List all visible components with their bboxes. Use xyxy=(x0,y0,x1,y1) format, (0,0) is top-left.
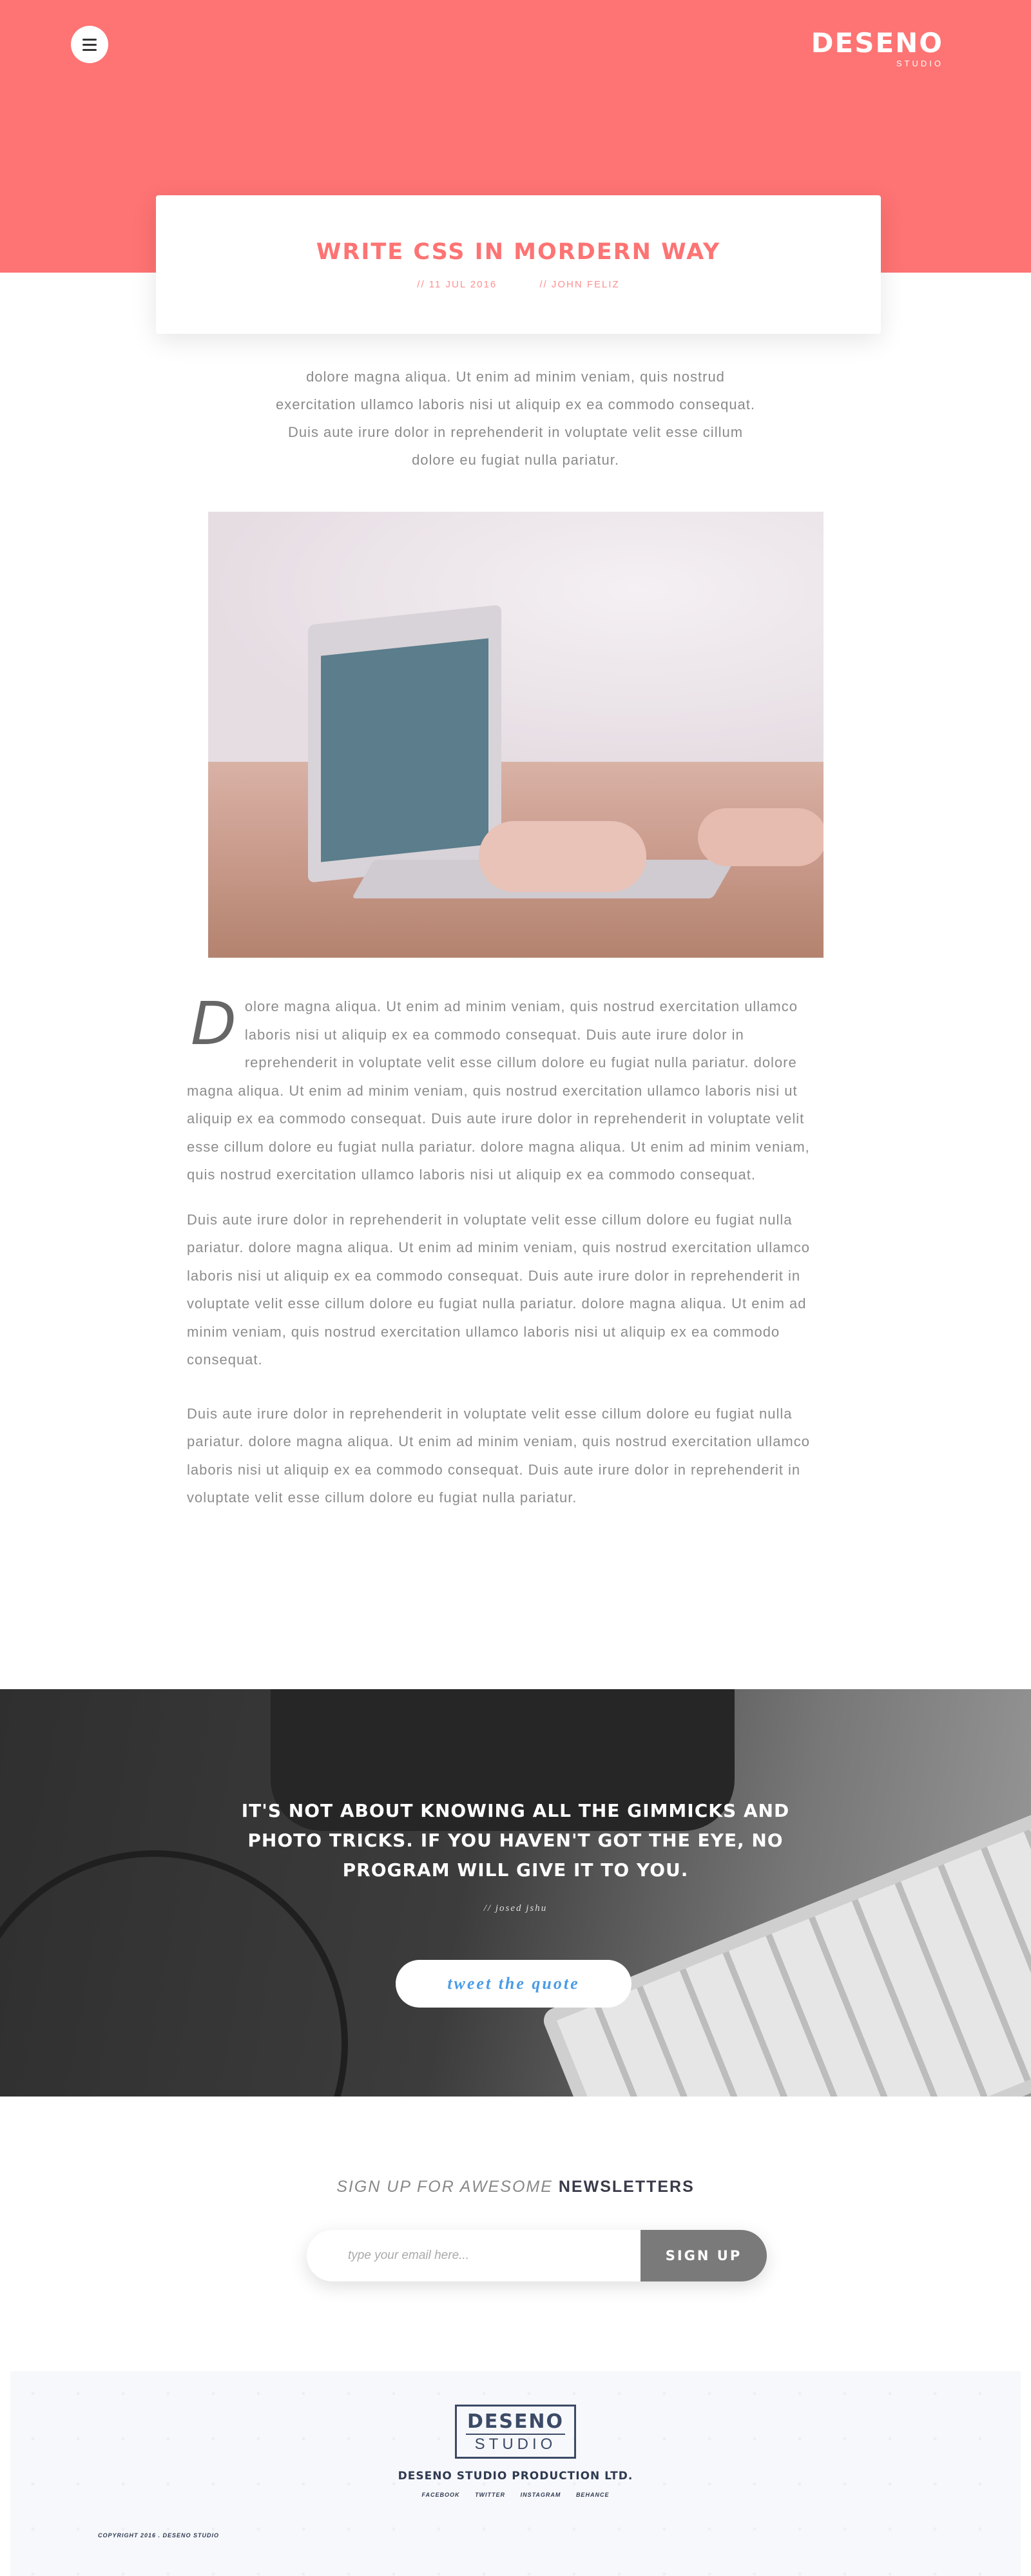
article-paragraph-text: olore magna aliqua. Ut enim ad minim ven… xyxy=(187,998,810,1183)
article-body: Dolore magna aliqua. Ut enim ad minim ve… xyxy=(187,993,831,1529)
newsletter-heading-light: SIGN UP FOR AWESOME xyxy=(336,2178,559,2196)
brand-logo[interactable]: DESENO STUDIO xyxy=(811,27,943,69)
social-link-twitter[interactable]: TWITTER xyxy=(475,2492,505,2498)
article-paragraph: Duis aute irure dolor in reprehenderit i… xyxy=(187,1211,810,1368)
tweet-quote-button[interactable]: tweet the quote xyxy=(396,1960,631,2008)
copyright: COPYRIGHT 2016 . DESENO STUDIO xyxy=(98,2532,220,2539)
quote-section: IT'S NOT ABOUT KNOWING ALL THE GIMMICKS … xyxy=(0,1689,1031,2097)
footer-logo[interactable]: DESENO STUDIO xyxy=(455,2405,576,2459)
hamburger-menu-icon xyxy=(82,43,97,46)
newsletter-form: SIGN UP xyxy=(307,2230,767,2281)
sign-up-button[interactable]: SIGN UP xyxy=(641,2230,767,2281)
quote-author: // josed jshu xyxy=(483,1903,548,1913)
menu-button[interactable] xyxy=(71,26,108,63)
social-link-facebook[interactable]: FACEBOOK xyxy=(422,2492,460,2498)
post-title: WRITE CSS IN MORDERN WAY xyxy=(316,239,721,265)
hamburger-menu-icon xyxy=(82,38,97,41)
footer-social-links: FACEBOOK TWITTER INSTAGRAM BEHANCE xyxy=(10,2492,1021,2498)
social-link-instagram[interactable]: INSTAGRAM xyxy=(521,2492,561,2498)
intro-text: dolore magna aliqua. Ut enim ad minim ve… xyxy=(275,369,756,468)
laptop-photo xyxy=(208,512,824,958)
drop-cap: D xyxy=(191,989,237,1058)
footer-logo-top: DESENO xyxy=(467,2410,564,2433)
post-meta: // 11 JUL 2016 // JOHN FELIZ xyxy=(156,279,881,290)
footer-company-name: DESENO STUDIO PRODUCTION LTD. xyxy=(398,2470,633,2483)
newsletter-heading: SIGN UP FOR AWESOME NEWSLETTERS xyxy=(0,2178,1031,2196)
social-link-behance[interactable]: BEHANCE xyxy=(576,2492,610,2498)
post-author[interactable]: // JOHN FELIZ xyxy=(539,279,619,290)
article-paragraph: Dolore magna aliqua. Ut enim ad minim ve… xyxy=(187,993,831,1189)
post-date: // 11 JUL 2016 xyxy=(417,279,497,290)
hamburger-menu-icon xyxy=(82,48,97,51)
quote-text: IT'S NOT ABOUT KNOWING ALL THE GIMMICKS … xyxy=(241,1800,790,1881)
post-title-card: WRITE CSS IN MORDERN WAY // 11 JUL 2016 … xyxy=(156,195,881,334)
brand-subtitle: STUDIO xyxy=(896,59,943,68)
brand-name: DESENO xyxy=(811,27,943,59)
footer-logo-bottom: STUDIO xyxy=(466,2434,565,2454)
footer: DESENO STUDIO DESENO STUDIO PRODUCTION L… xyxy=(10,2371,1021,2576)
email-field[interactable] xyxy=(307,2230,641,2281)
newsletter-heading-strong: NEWSLETTERS xyxy=(558,2178,695,2196)
article-paragraph: Duis aute irure dolor in reprehenderit i… xyxy=(187,1405,810,1506)
